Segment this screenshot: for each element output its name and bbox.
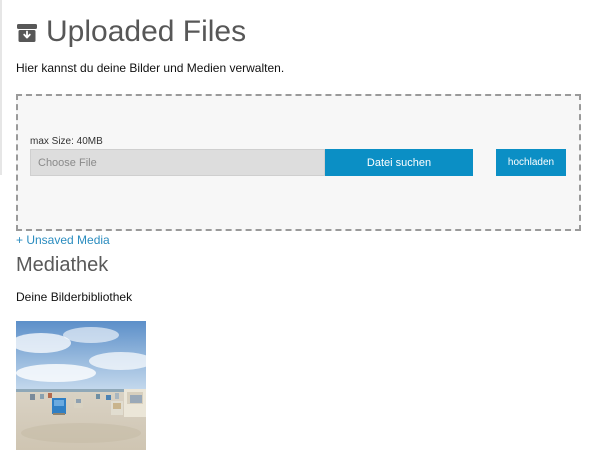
page-subtitle: Hier kannst du deine Bilder und Medien v… bbox=[16, 61, 285, 75]
media-library-title: Mediathek bbox=[16, 254, 109, 276]
file-path-input[interactable] bbox=[30, 149, 325, 176]
media-library-subtitle: Deine Bilderbibliothek bbox=[16, 290, 133, 304]
upload-button[interactable]: hochladen bbox=[496, 149, 566, 176]
left-edge-divider bbox=[0, 0, 2, 175]
media-thumbnail[interactable] bbox=[16, 321, 146, 450]
max-size-label: max Size: 40MB bbox=[30, 136, 103, 147]
upload-dropzone[interactable]: max Size: 40MB Datei suchen hochladen bbox=[16, 94, 581, 231]
browse-file-button[interactable]: Datei suchen bbox=[325, 149, 473, 176]
page-header: Uploaded Files bbox=[16, 14, 246, 50]
archive-download-icon bbox=[16, 22, 38, 44]
page-title: Uploaded Files bbox=[46, 15, 247, 48]
unsaved-media-link[interactable]: + Unsaved Media bbox=[16, 233, 110, 247]
